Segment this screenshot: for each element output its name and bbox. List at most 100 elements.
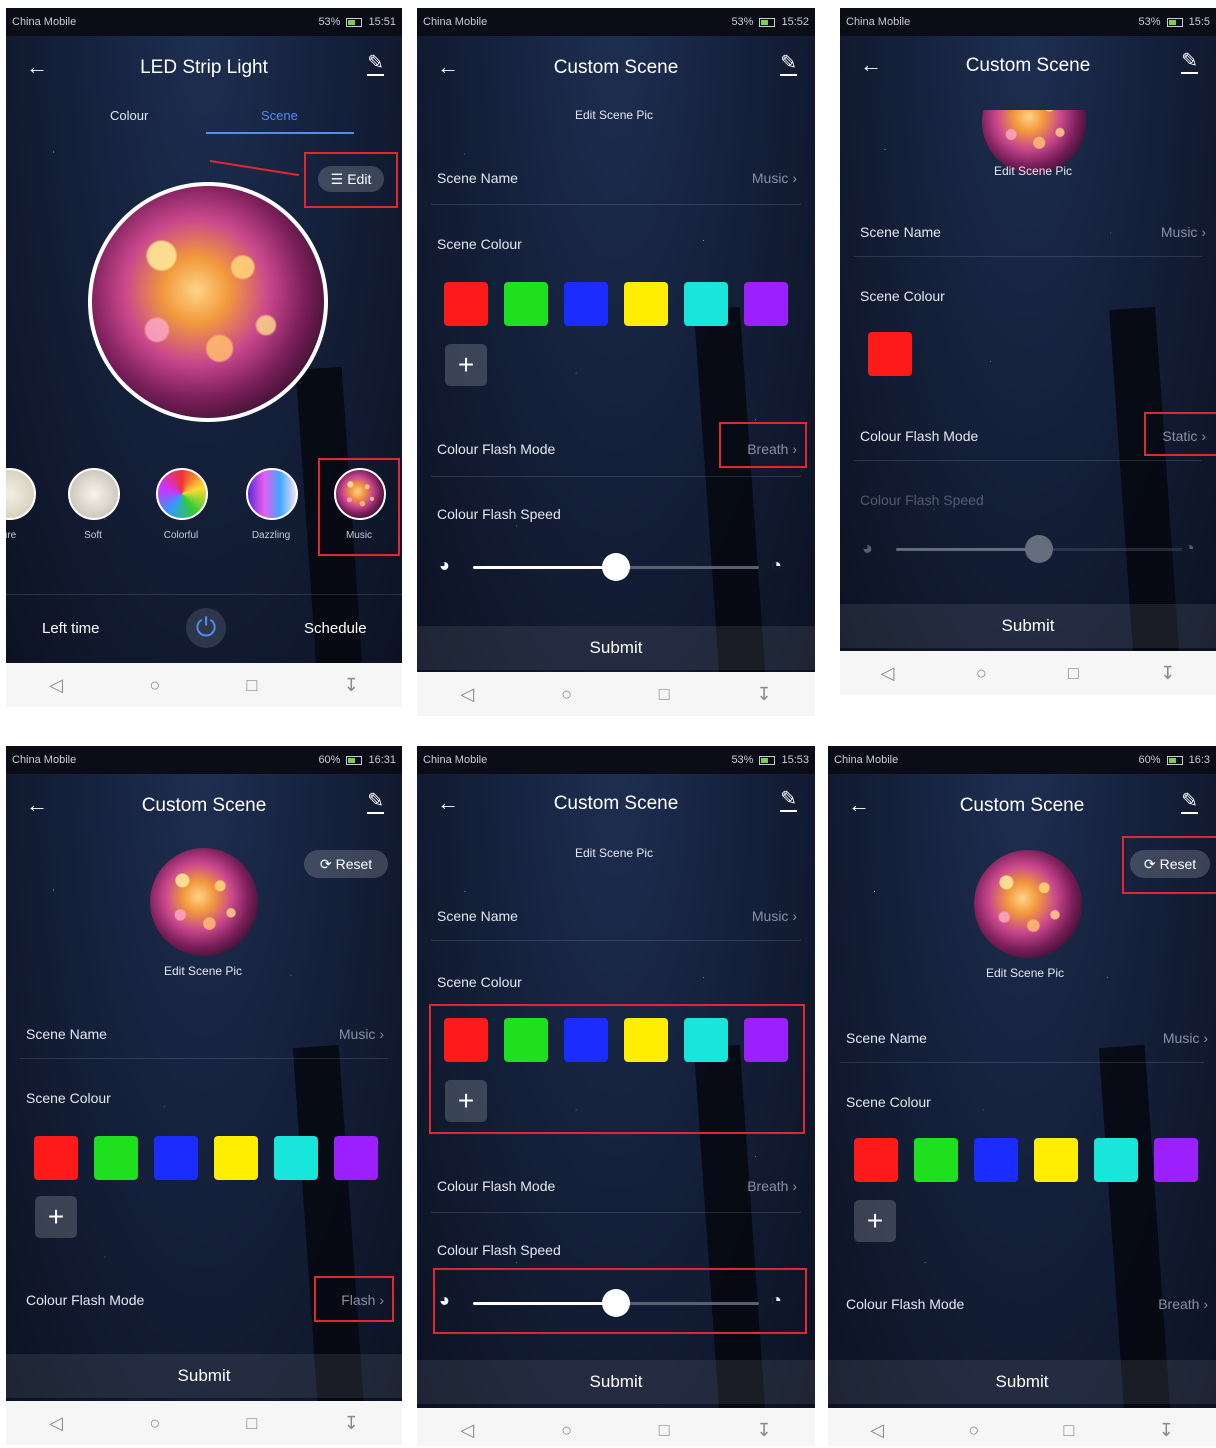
tab-colour[interactable]: Colour (110, 108, 148, 123)
speed-slider (896, 535, 1182, 563)
colour-swatch-red[interactable] (444, 1018, 488, 1062)
pencil-icon[interactable]: ✎ (367, 790, 384, 814)
triangle-back-icon[interactable]: ◁ (870, 1420, 884, 1441)
left-time-button[interactable]: Left time (42, 620, 100, 637)
colour-swatch-green[interactable] (504, 282, 548, 326)
scene-thumb-soft[interactable] (68, 468, 120, 520)
arrow-left-icon[interactable]: ← (860, 52, 882, 78)
colour-swatch-purple[interactable] (744, 282, 788, 326)
menu-down-icon[interactable]: ↧ (1160, 663, 1175, 684)
colour-swatch-yellow[interactable] (214, 1136, 258, 1180)
colour-swatch-yellow[interactable] (1034, 1138, 1078, 1182)
scene-name-value[interactable]: Music › (752, 908, 797, 924)
pencil-icon[interactable]: ✎ (780, 52, 797, 76)
submit-button[interactable]: Submit (840, 604, 1216, 648)
speed-thumb[interactable] (602, 553, 630, 581)
scene-thumb-dazzling[interactable] (246, 468, 298, 520)
circle-home-icon[interactable]: ○ (976, 663, 987, 684)
submit-button[interactable]: Submit (6, 1354, 402, 1398)
reset-button[interactable]: ⟳ Reset (1130, 850, 1210, 878)
menu-down-icon[interactable]: ↧ (756, 684, 771, 705)
square-recent-icon[interactable]: □ (1068, 663, 1079, 684)
edit-scene-pic-link[interactable]: Edit Scene Pic (575, 108, 653, 122)
colour-swatch-blue[interactable] (974, 1138, 1018, 1182)
colour-swatch-cyan[interactable] (684, 282, 728, 326)
colour-swatch-blue[interactable] (564, 1018, 608, 1062)
triangle-back-icon[interactable]: ◁ (881, 663, 895, 684)
menu-down-icon[interactable]: ↧ (344, 675, 359, 696)
plus-icon[interactable]: + (445, 1080, 487, 1122)
pencil-icon[interactable]: ✎ (367, 52, 384, 76)
arrow-left-icon[interactable]: ← (26, 54, 48, 80)
edit-scene-pic-link[interactable]: Edit Scene Pic (164, 964, 242, 978)
square-recent-icon[interactable]: □ (247, 1413, 258, 1434)
triangle-back-icon[interactable]: ◁ (49, 675, 63, 696)
colour-swatch-red[interactable] (34, 1136, 78, 1180)
scene-name-value[interactable]: Music › (752, 170, 797, 186)
triangle-back-icon[interactable]: ◁ (460, 1420, 474, 1441)
colour-swatch-blue[interactable] (154, 1136, 198, 1180)
scene-thumb-colorful[interactable] (156, 468, 208, 520)
speed-slider[interactable] (473, 1289, 759, 1317)
arrow-left-icon[interactable]: ← (437, 54, 459, 80)
menu-down-icon[interactable]: ↧ (756, 1420, 771, 1441)
square-recent-icon[interactable]: □ (659, 684, 670, 705)
colour-swatch-cyan[interactable] (1094, 1138, 1138, 1182)
speed-thumb[interactable] (602, 1289, 630, 1317)
scene-name-value[interactable]: Music › (1161, 224, 1206, 240)
circle-home-icon[interactable]: ○ (149, 1413, 160, 1434)
edit-scene-pic-link[interactable]: Edit Scene Pic (994, 164, 1072, 178)
arrow-left-icon[interactable]: ← (437, 790, 459, 816)
menu-down-icon[interactable]: ↧ (344, 1413, 359, 1434)
scene-thumb-nature[interactable] (6, 468, 36, 520)
speed-slider[interactable] (473, 553, 759, 581)
square-recent-icon[interactable]: □ (659, 1420, 670, 1441)
scene-preview-image[interactable] (974, 850, 1082, 958)
colour-swatch-cyan[interactable] (274, 1136, 318, 1180)
schedule-button[interactable]: Schedule (304, 620, 367, 637)
edit-scene-pic-link[interactable]: Edit Scene Pic (986, 966, 1064, 980)
circle-home-icon[interactable]: ○ (149, 675, 160, 696)
colour-flash-mode-value[interactable]: Breath › (1158, 1296, 1208, 1312)
plus-icon[interactable]: + (35, 1196, 77, 1238)
pencil-icon[interactable]: ✎ (780, 788, 797, 812)
colour-swatch-red[interactable] (444, 282, 488, 326)
submit-button[interactable]: Submit (417, 626, 815, 670)
colour-swatch-red[interactable] (868, 332, 912, 376)
colour-swatch-green[interactable] (914, 1138, 958, 1182)
arrow-left-icon[interactable]: ← (848, 792, 870, 818)
plus-icon[interactable]: + (445, 344, 487, 386)
square-recent-icon[interactable]: □ (1064, 1420, 1075, 1441)
edit-scene-pic-link[interactable]: Edit Scene Pic (575, 846, 653, 860)
scene-preview-image[interactable] (150, 848, 258, 956)
colour-flash-mode-value[interactable]: Breath › (747, 1178, 797, 1194)
arrow-left-icon[interactable]: ← (26, 792, 48, 818)
circle-home-icon[interactable]: ○ (561, 1420, 572, 1441)
scene-name-value[interactable]: Music › (1163, 1030, 1208, 1046)
pencil-icon[interactable]: ✎ (1181, 790, 1198, 814)
colour-swatch-blue[interactable] (564, 282, 608, 326)
submit-button[interactable]: Submit (828, 1360, 1216, 1404)
colour-swatch-purple[interactable] (334, 1136, 378, 1180)
colour-swatch-yellow[interactable] (624, 282, 668, 326)
reset-button[interactable]: ⟳ Reset (304, 850, 388, 878)
plus-icon[interactable]: + (854, 1200, 896, 1242)
colour-swatch-green[interactable] (94, 1136, 138, 1180)
scene-name-value[interactable]: Music › (339, 1026, 384, 1042)
pencil-icon[interactable]: ✎ (1181, 50, 1198, 74)
colour-swatch-red[interactable] (854, 1138, 898, 1182)
triangle-back-icon[interactable]: ◁ (460, 684, 474, 705)
circle-home-icon[interactable]: ○ (968, 1420, 979, 1441)
submit-button[interactable]: Submit (417, 1360, 815, 1404)
square-recent-icon[interactable]: □ (247, 675, 258, 696)
circle-home-icon[interactable]: ○ (561, 684, 572, 705)
tab-scene[interactable]: Scene (261, 108, 298, 123)
colour-swatch-cyan[interactable] (684, 1018, 728, 1062)
colour-swatch-purple[interactable] (1154, 1138, 1198, 1182)
triangle-back-icon[interactable]: ◁ (49, 1413, 63, 1434)
colour-swatch-yellow[interactable] (624, 1018, 668, 1062)
colour-swatch-green[interactable] (504, 1018, 548, 1062)
menu-down-icon[interactable]: ↧ (1159, 1420, 1174, 1441)
power-icon[interactable]: ⏻ (186, 608, 226, 648)
colour-swatch-purple[interactable] (744, 1018, 788, 1062)
